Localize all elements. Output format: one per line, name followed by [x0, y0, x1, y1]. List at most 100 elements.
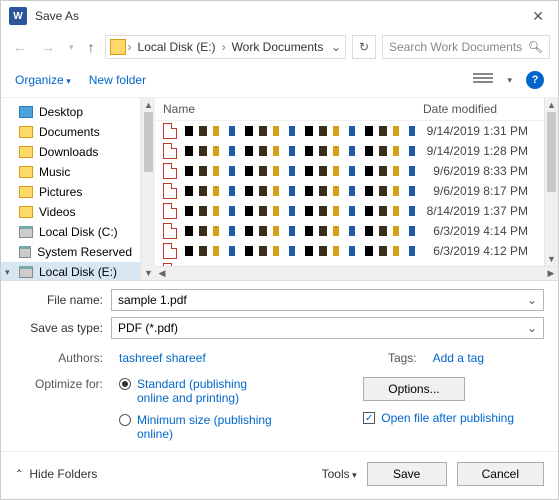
filename-label: File name: — [15, 293, 111, 307]
form: File name: sample 1.pdf Save as type: PD… — [1, 281, 558, 349]
tree-item-local-disk-e-[interactable]: ▾ Local Disk (E:) — [1, 262, 140, 280]
tree-item-label: System Reserved — [37, 245, 132, 259]
back-button[interactable]: ← — [9, 39, 31, 55]
file-name-redacted — [185, 126, 423, 136]
refresh-button[interactable]: ↻ — [352, 35, 376, 59]
open-after-checkbox[interactable]: ✓ Open file after publishing — [363, 411, 514, 425]
tree-item-music[interactable]: Music — [1, 162, 140, 182]
optimize-standard-radio[interactable]: Standard (publishing online and printing… — [119, 377, 277, 405]
checkbox-icon: ✓ — [363, 412, 375, 424]
files-scrollbar-h[interactable]: ◀ ▶ — [155, 266, 558, 280]
tree-item-downloads[interactable]: Downloads — [1, 142, 140, 162]
tree-item-label: Documents — [39, 125, 100, 139]
tree-item-system-reserved[interactable]: System Reserved — [1, 242, 140, 262]
tree-item-label: Music — [39, 165, 70, 179]
titlebar: W Save As ✕ — [1, 1, 558, 31]
scroll-up-icon[interactable]: ▲ — [142, 98, 155, 112]
organize-menu[interactable]: Organize — [15, 73, 71, 87]
tree-item-label: Pictures — [39, 185, 82, 199]
col-name[interactable]: Name — [163, 102, 423, 116]
up-button[interactable]: ↑ — [84, 39, 99, 55]
file-row[interactable]: 9/14/2019 1:31 PM — [155, 121, 544, 141]
chevron-right-icon[interactable]: › — [222, 40, 226, 54]
help-button[interactable]: ? — [526, 71, 544, 89]
word-icon: W — [9, 7, 27, 25]
breadcrumb-dropdown[interactable]: ⌄ — [331, 40, 341, 54]
tools-menu[interactable]: Tools — [322, 467, 357, 481]
scroll-left-icon[interactable]: ◀ — [155, 267, 169, 280]
options-button[interactable]: Options... — [363, 377, 464, 401]
file-date: 8/14/2019 1:37 PM — [427, 204, 536, 218]
col-date[interactable]: Date modified — [423, 102, 536, 116]
forward-button[interactable]: → — [37, 39, 59, 55]
file-row[interactable]: 6/3/2019 4:12 PM — [155, 241, 544, 261]
tree-scrollbar[interactable]: ▲ ▼ — [141, 98, 155, 280]
folder-icon — [19, 206, 33, 218]
cancel-button[interactable]: Cancel — [457, 462, 544, 486]
file-row[interactable]: 8/14/2019 1:37 PM — [155, 201, 544, 221]
save-button[interactable]: Save — [367, 462, 447, 486]
optimize-minimum-radio[interactable]: Minimum size (publishing online) — [119, 413, 277, 441]
chevron-right-icon[interactable]: › — [128, 40, 132, 54]
pdf-icon — [163, 263, 177, 266]
savetype-dropdown[interactable]: PDF (*.pdf) — [111, 317, 544, 339]
file-name-redacted — [185, 206, 423, 216]
file-row[interactable]: 9/14/2019 1:28 PM — [155, 141, 544, 161]
file-header: Name Date modified — [155, 98, 544, 121]
savetype-label: Save as type: — [15, 321, 111, 335]
authors-value[interactable]: tashreef shareef — [119, 351, 206, 365]
tree-item-desktop[interactable]: Desktop — [1, 102, 140, 122]
filename-input[interactable]: sample 1.pdf — [111, 289, 544, 311]
files-scrollbar-v[interactable]: ▲ ▼ — [544, 98, 558, 266]
breadcrumb-folder[interactable]: Work Documents — [228, 40, 328, 54]
file-list: 9/14/2019 1:31 PM 9/14/2019 1:28 PM 9/6/20… — [155, 121, 544, 266]
breadcrumb-drive[interactable]: Local Disk (E:) — [134, 40, 220, 54]
file-date: 9/6/2019 8:17 PM — [433, 184, 536, 198]
view-options-button[interactable] — [473, 73, 493, 87]
tree-item-label: Local Disk (E:) — [39, 265, 117, 279]
tree-item-label: Videos — [39, 205, 75, 219]
tree-item-label: Desktop — [39, 105, 83, 119]
radio-icon — [119, 378, 131, 390]
tree-item-videos[interactable]: Videos — [1, 202, 140, 222]
tree-item-pictures[interactable]: Pictures — [1, 182, 140, 202]
scroll-down-icon[interactable]: ▼ — [142, 266, 155, 280]
dialog-title: Save As — [35, 9, 526, 23]
tags-value[interactable]: Add a tag — [433, 351, 484, 365]
close-button[interactable]: ✕ — [526, 8, 550, 25]
pdf-icon — [163, 163, 177, 179]
breadcrumb[interactable]: › Local Disk (E:) › Work Documents ⌄ — [105, 35, 346, 59]
tree-item-label: Downloads — [39, 145, 98, 159]
tree-item-local-disk-c-[interactable]: Local Disk (C:) — [1, 222, 140, 242]
file-date: 9/14/2019 1:28 PM — [427, 144, 536, 158]
file-row[interactable]: 9/6/2019 8:33 PM — [155, 161, 544, 181]
folder-icon — [19, 146, 33, 158]
scroll-thumb[interactable] — [547, 112, 556, 192]
file-date: 9/6/2019 8:33 PM — [433, 164, 536, 178]
new-folder-button[interactable]: New folder — [89, 73, 146, 87]
scroll-right-icon[interactable]: ▶ — [544, 267, 558, 280]
file-row[interactable]: 9/6/2019 8:17 PM — [155, 181, 544, 201]
folder-icon — [19, 126, 33, 138]
chevron-up-icon: ⌃ — [15, 469, 23, 480]
tree-item-documents[interactable]: Documents — [1, 122, 140, 142]
search-icon[interactable]: 🔍︎ — [528, 40, 543, 54]
file-pane: Name Date modified 9/14/2019 1:31 PM9/14… — [155, 98, 558, 280]
desktop-icon — [19, 106, 33, 118]
search-input[interactable]: Search Work Documents 🔍︎ — [382, 35, 550, 59]
optimize-label: Optimize for: — [15, 377, 111, 441]
meta-row: Authors: tashreef shareef Tags: Add a ta… — [1, 349, 558, 373]
scroll-down-icon[interactable]: ▼ — [545, 252, 558, 266]
folder-icon — [19, 166, 33, 178]
search-placeholder: Search Work Documents — [389, 40, 522, 54]
hide-folders-button[interactable]: ⌃ Hide Folders — [15, 467, 97, 481]
file-row[interactable]: 6/3/2019 4:14 PM — [155, 221, 544, 241]
recent-dropdown[interactable]: ▾ — [65, 42, 78, 53]
file-date: 6/3/2019 4:14 PM — [433, 224, 536, 238]
view-dropdown[interactable]: ▾ — [507, 75, 512, 86]
scroll-up-icon[interactable]: ▲ — [545, 98, 558, 112]
footer: ⌃ Hide Folders Tools Save Cancel — [1, 451, 558, 496]
scroll-thumb[interactable] — [144, 112, 153, 172]
expand-icon[interactable]: ▾ — [5, 267, 10, 278]
nav-row: ← → ▾ ↑ › Local Disk (E:) › Work Documen… — [1, 31, 558, 63]
